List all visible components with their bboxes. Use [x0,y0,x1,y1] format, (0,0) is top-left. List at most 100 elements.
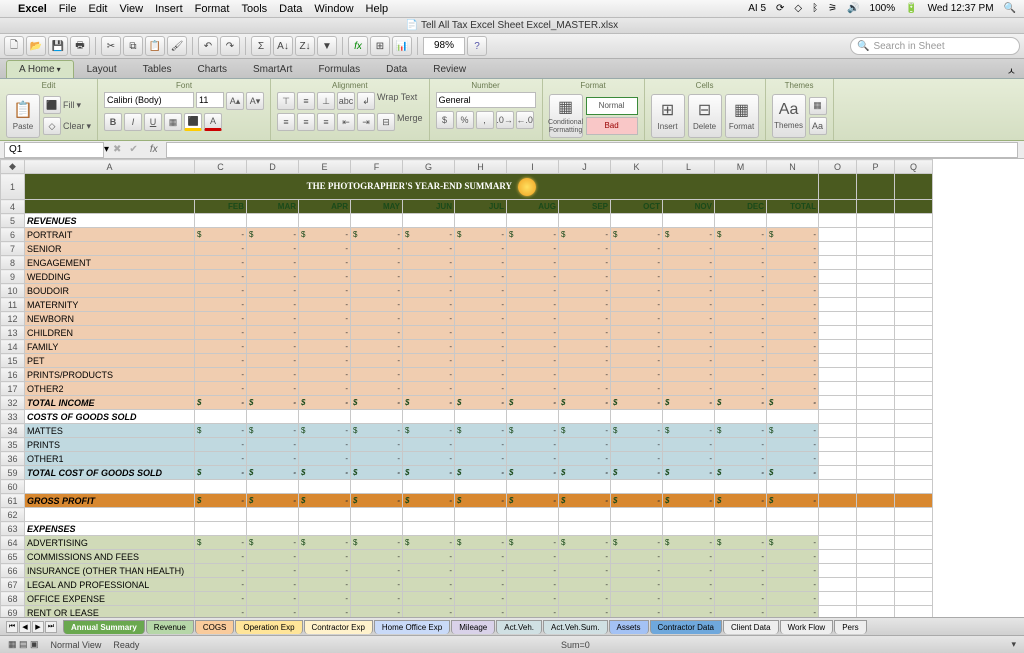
tab-review[interactable]: Review [420,60,479,78]
increase-font-button[interactable]: A▴ [226,92,244,110]
spotlight-icon[interactable]: 🔍 [1004,3,1016,14]
menu-window[interactable]: Window [314,3,353,15]
row-header[interactable]: 61 [1,494,25,508]
row-header[interactable]: 36 [1,452,25,466]
align-center-button[interactable]: ≡ [297,113,315,131]
align-bottom-button[interactable]: ⊥ [317,92,335,110]
percent-button[interactable]: % [456,111,474,129]
align-middle-button[interactable]: ≡ [297,92,315,110]
sheet-tab[interactable]: Annual Summary [63,620,145,634]
cut-button[interactable]: ✂ [101,36,121,56]
tab-nav-last[interactable]: ⏭ [45,621,57,633]
column-header[interactable]: K [611,160,663,174]
row-header[interactable]: 64 [1,536,25,550]
align-top-button[interactable]: ⊤ [277,92,295,110]
merge-button[interactable]: ⊟ [377,113,395,131]
increase-indent-button[interactable]: ⇥ [357,113,375,131]
row-header[interactable]: 32 [1,396,25,410]
row-header[interactable]: 13 [1,326,25,340]
sheet-tab[interactable]: Assets [609,620,649,634]
spreadsheet-grid[interactable]: ◆ACDEFGHIJKLMNOPQ1THE PHOTOGRAPHER'S YEA… [0,159,1024,617]
tab-nav-prev[interactable]: ◀ [19,621,31,633]
row-header[interactable]: 14 [1,340,25,354]
app-menu[interactable]: Excel [18,3,47,15]
menu-edit[interactable]: Edit [88,3,107,15]
menu-tools[interactable]: Tools [241,3,267,15]
row-header[interactable]: 9 [1,270,25,284]
zoom-input[interactable]: 98% [423,37,465,55]
sheet-tab[interactable]: Act.Veh.Sum. [543,620,607,634]
column-header[interactable]: C [195,160,247,174]
row-header[interactable]: 62 [1,508,25,522]
cancel-formula-icon[interactable]: ✖ [113,144,121,155]
chart-button[interactable]: 📊 [392,36,412,56]
sheet-tab[interactable]: Work Flow [780,620,834,634]
help-button[interactable]: ? [467,36,487,56]
paste-bigbutton[interactable]: 📋Paste [6,94,40,138]
font-color-button[interactable]: A [204,113,222,131]
filter-button[interactable]: ▼ [317,36,337,56]
tab-tables[interactable]: Tables [130,60,185,78]
theme-colors-button[interactable]: ▦ [809,97,827,115]
row-header[interactable]: 33 [1,410,25,424]
themes-button[interactable]: AaThemes [772,94,806,138]
row-header[interactable]: 65 [1,550,25,564]
fx-icon[interactable]: fx [150,144,158,155]
tab-home[interactable]: A Home▾ [6,60,74,78]
tab-formulas[interactable]: Formulas [305,60,373,78]
sort-asc-button[interactable]: A↓ [273,36,293,56]
paste-button[interactable]: 📋 [145,36,165,56]
column-header[interactable]: G [403,160,455,174]
sheet-tab[interactable]: Operation Exp [235,620,302,634]
tab-smartart[interactable]: SmartArt [240,60,305,78]
row-header[interactable]: 35 [1,438,25,452]
sheet-tab[interactable]: Home Office Exp [374,620,450,634]
row-header[interactable]: 59 [1,466,25,480]
print-button[interactable]: 🖶 [70,36,90,56]
format-painter-button[interactable]: 🖌 [167,36,187,56]
row-header[interactable]: 16 [1,368,25,382]
row-header[interactable]: 34 [1,424,25,438]
row-header[interactable]: 17 [1,382,25,396]
fx-button[interactable]: fx [348,36,368,56]
row-header[interactable]: 6 [1,228,25,242]
align-left-button[interactable]: ≡ [277,113,295,131]
font-size-input[interactable] [196,92,224,108]
decrease-font-button[interactable]: A▾ [246,92,264,110]
row-header[interactable]: 68 [1,592,25,606]
column-header[interactable]: N [767,160,819,174]
autosum-button[interactable]: Σ [251,36,271,56]
row-header[interactable]: 8 [1,256,25,270]
tab-data[interactable]: Data [373,60,420,78]
row-header[interactable]: 67 [1,578,25,592]
column-header[interactable]: O [819,160,857,174]
increase-decimal-button[interactable]: .0→ [496,111,514,129]
menu-data[interactable]: Data [279,3,302,15]
fill-button[interactable]: ⬛ [43,96,61,114]
menu-format[interactable]: Format [195,3,230,15]
save-button[interactable]: 💾 [48,36,68,56]
redo-button[interactable]: ↷ [220,36,240,56]
menu-view[interactable]: View [119,3,143,15]
column-header[interactable]: M [715,160,767,174]
column-header[interactable]: E [299,160,351,174]
column-header[interactable]: L [663,160,715,174]
row-header[interactable]: 10 [1,284,25,298]
column-header[interactable]: H [455,160,507,174]
row-header[interactable]: 69 [1,606,25,618]
row-header[interactable]: 15 [1,354,25,368]
clear-button[interactable]: ◇ [43,117,61,135]
row-header[interactable]: 7 [1,242,25,256]
sort-desc-button[interactable]: Z↓ [295,36,315,56]
column-header[interactable]: P [857,160,895,174]
sheet-tab[interactable]: Contractor Exp [304,620,373,634]
decrease-decimal-button[interactable]: ←.0 [516,111,534,129]
view-buttons[interactable]: ▦ ▤ ▣ [8,639,39,650]
comma-button[interactable]: , [476,111,494,129]
sheet-tab[interactable]: Revenue [146,620,194,634]
decrease-indent-button[interactable]: ⇤ [337,113,355,131]
new-button[interactable]: 🗋 [4,36,24,56]
column-header[interactable]: D [247,160,299,174]
column-header[interactable]: Q [895,160,933,174]
column-header[interactable]: J [559,160,611,174]
